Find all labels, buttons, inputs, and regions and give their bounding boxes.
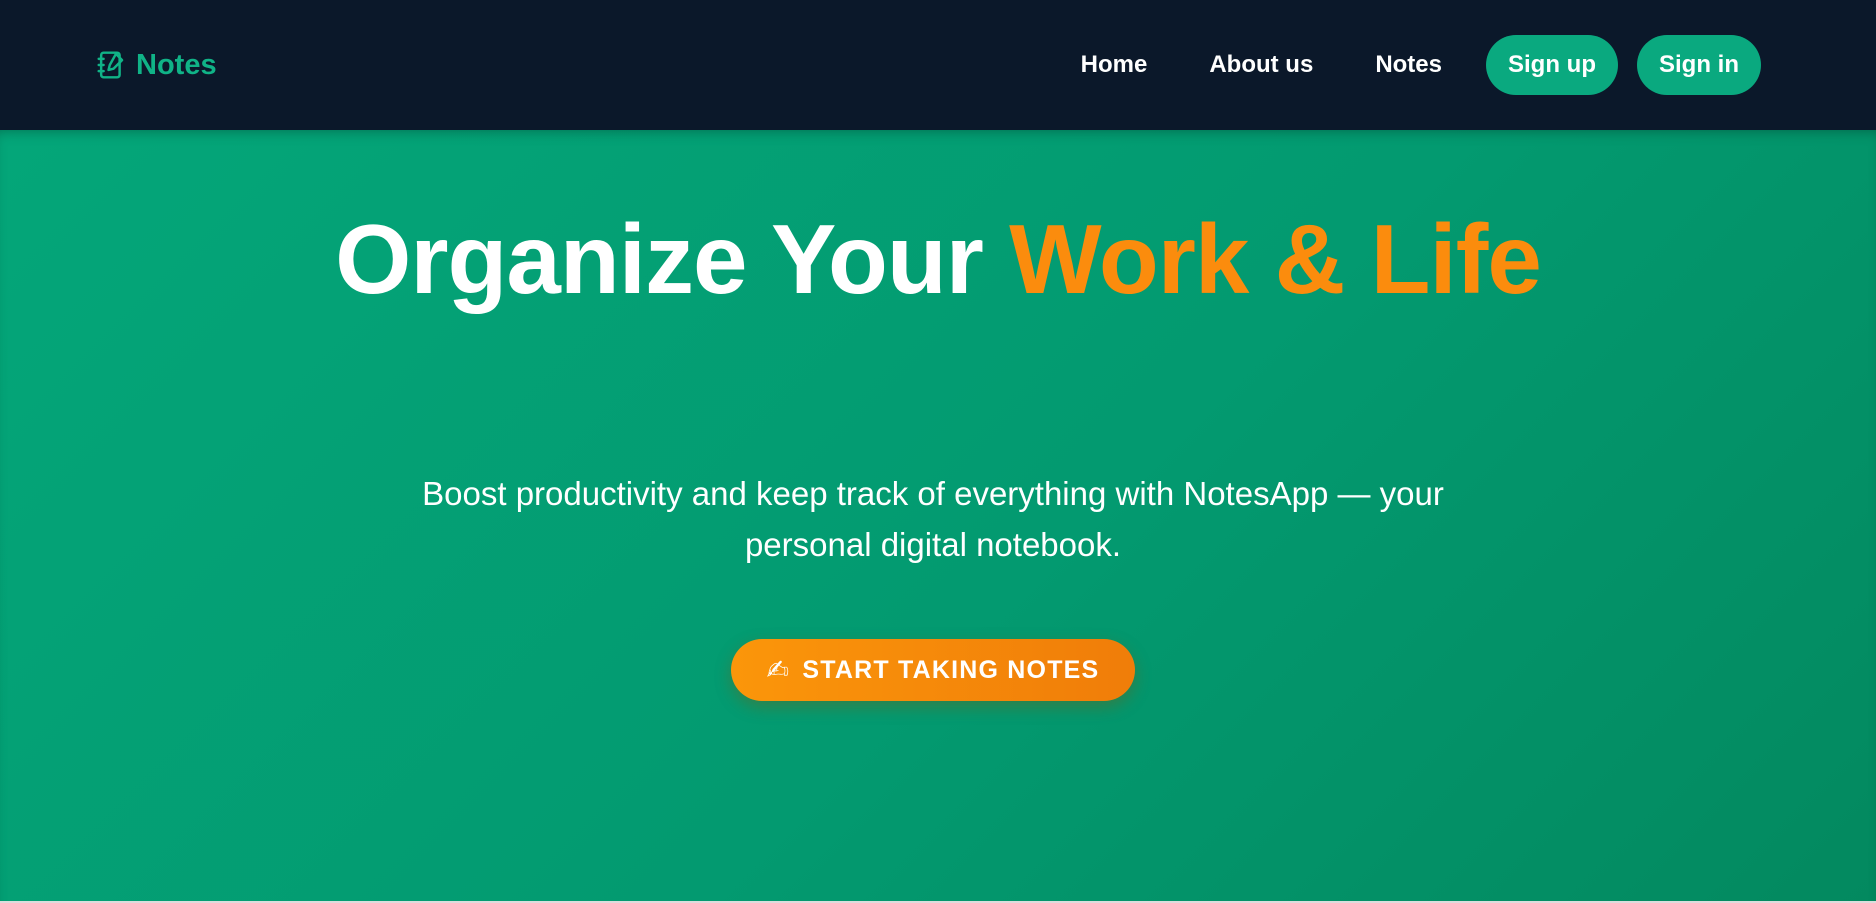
hero-title-accent: Work & Life [1009,204,1542,314]
brand-logo-link[interactable]: Notes [96,49,217,82]
start-taking-notes-button[interactable]: ✍ START TAKING NOTES [731,639,1135,701]
sign-up-button[interactable]: Sign up [1486,35,1618,95]
brand-label: Notes [136,48,217,81]
hero-section: Organize Your Work & Life Boost producti… [0,130,1876,901]
top-navbar: Notes Home About us Notes Sign up Sign i… [0,0,1876,130]
notebook-edit-icon [96,49,126,81]
hero-title: Organize Your Work & Life [0,202,1876,316]
nav-link-home[interactable]: Home [1081,51,1148,79]
hero-title-main: Organize Your [335,204,1010,314]
writing-hand-icon: ✍ [766,654,791,685]
nav-link-about-us[interactable]: About us [1209,51,1313,79]
sign-in-button[interactable]: Sign in [1637,35,1761,95]
hero-subtitle-app-name: NotesApp [1183,475,1329,512]
cta-label: START TAKING NOTES [802,655,1100,684]
hero-subtitle-part1: Boost productivity and keep track of eve… [422,475,1184,512]
nav-link-notes[interactable]: Notes [1375,51,1442,79]
nav-menu: Home About us Notes Sign up Sign in [1081,35,1761,95]
hero-subtitle: Boost productivity and keep track of eve… [368,468,1498,570]
